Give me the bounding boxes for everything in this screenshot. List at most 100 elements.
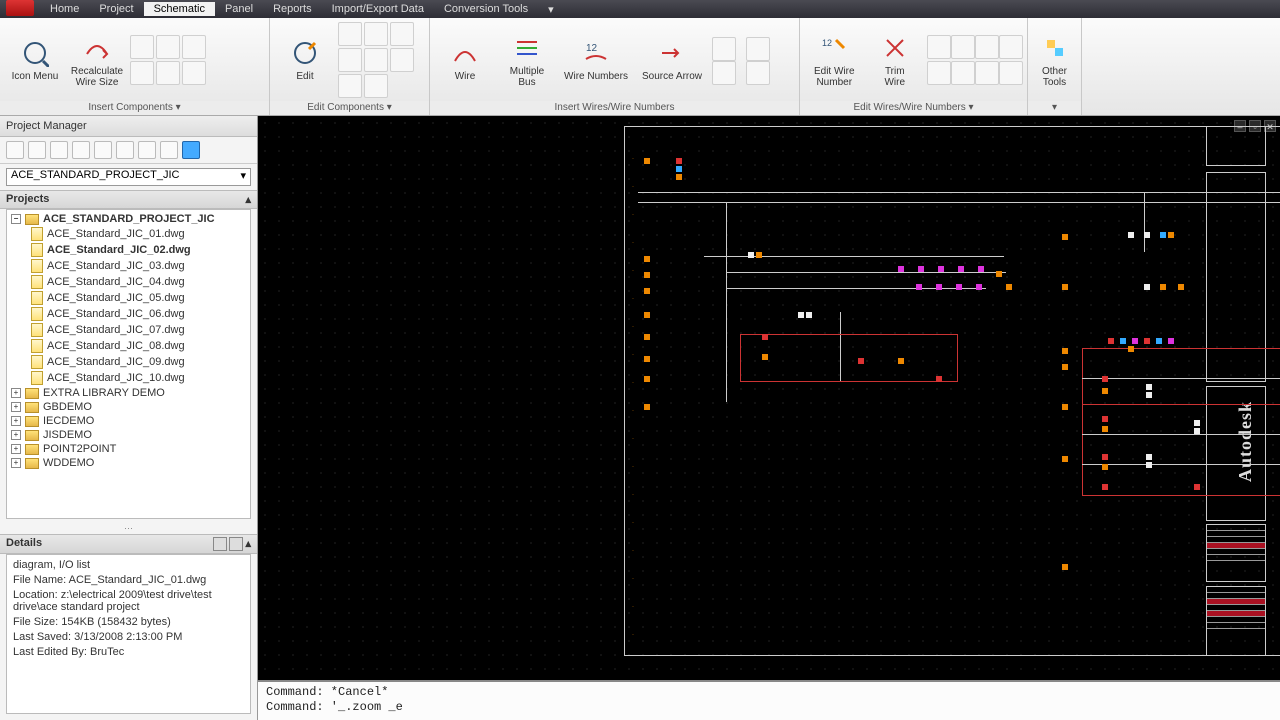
small-btn[interactable]	[338, 74, 362, 98]
tab-overflow[interactable]: ▾	[538, 2, 564, 17]
project-select[interactable]: ACE_STANDARD_PROJECT_JIC	[6, 168, 251, 186]
pm-tool-button[interactable]	[160, 141, 178, 159]
details-section-head[interactable]: Details▴	[0, 534, 257, 554]
pm-help-button[interactable]	[182, 141, 200, 159]
tab-schematic[interactable]: Schematic	[144, 2, 215, 16]
tree-file[interactable]: ACE_Standard_JIC_08.dwg	[9, 338, 248, 354]
tree-project[interactable]: +IECDEMO	[9, 414, 248, 428]
tree-file[interactable]: ACE_Standard_JIC_04.dwg	[9, 274, 248, 290]
details-view-button[interactable]	[229, 537, 243, 551]
multiple-bus-button[interactable]: Multiple Bus	[498, 30, 556, 90]
tab-import-export[interactable]: Import/Export Data	[322, 2, 434, 16]
pm-tool-button[interactable]	[94, 141, 112, 159]
tab-project[interactable]: Project	[89, 2, 143, 16]
edit-button[interactable]: Edit	[276, 35, 334, 84]
small-btn[interactable]	[156, 61, 180, 85]
pm-tool-button[interactable]	[116, 141, 134, 159]
expander-icon[interactable]: +	[11, 430, 21, 440]
expander-icon[interactable]: +	[11, 388, 21, 398]
tree-project[interactable]: +WDDEMO	[9, 456, 248, 470]
small-btn[interactable]	[999, 61, 1023, 85]
source-arrow-button[interactable]: Source Arrow	[636, 35, 708, 84]
small-btn[interactable]	[130, 35, 154, 59]
small-btn[interactable]	[182, 35, 206, 59]
wire-numbers-button[interactable]: 12Wire Numbers	[560, 35, 632, 84]
small-btn[interactable]	[999, 35, 1023, 59]
pm-tool-button[interactable]	[28, 141, 46, 159]
small-btn[interactable]	[712, 61, 736, 85]
splitter-grip[interactable]: ⋯	[0, 523, 257, 534]
tree-file[interactable]: ACE_Standard_JIC_10.dwg	[9, 370, 248, 386]
small-btn[interactable]	[364, 74, 388, 98]
expander-icon[interactable]: +	[11, 416, 21, 426]
tree-project[interactable]: +POINT2POINT	[9, 442, 248, 456]
edit-wire-number-button[interactable]: 12Edit Wire Number	[806, 30, 863, 90]
recalculate-wire-size-button[interactable]: Recalculate Wire Size	[68, 30, 126, 90]
project-tree[interactable]: −ACE_STANDARD_PROJECT_JIC ACE_Standard_J…	[6, 209, 251, 519]
ribbon-group-label[interactable]: Insert Components ▾	[0, 101, 269, 115]
icon-menu-button[interactable]: Icon Menu	[6, 35, 64, 84]
small-btn[interactable]	[390, 22, 414, 46]
tree-project[interactable]: +JISDEMO	[9, 428, 248, 442]
details-view-button[interactable]	[213, 537, 227, 551]
projects-section-head[interactable]: Projects▴	[0, 190, 257, 209]
pm-tool-button[interactable]	[50, 141, 68, 159]
ribbon-group-label[interactable]: Edit Components ▾	[270, 101, 429, 115]
command-line[interactable]: Command: *Cancel* Command: '_.zoom _e	[258, 680, 1280, 720]
ribbon-group-label[interactable]: Edit Wires/Wire Numbers ▾	[800, 101, 1027, 115]
wire-button[interactable]: Wire	[436, 35, 494, 84]
schematic-component	[958, 266, 964, 272]
tree-root[interactable]: −ACE_STANDARD_PROJECT_JIC	[9, 212, 248, 226]
small-btn[interactable]	[130, 61, 154, 85]
tree-project[interactable]: +EXTRA LIBRARY DEMO	[9, 386, 248, 400]
tree-file[interactable]: ACE_Standard_JIC_07.dwg	[9, 322, 248, 338]
schematic-component	[644, 404, 650, 410]
small-btn[interactable]	[390, 48, 414, 72]
folder-icon	[25, 416, 39, 427]
tab-panel[interactable]: Panel	[215, 2, 263, 16]
small-btn[interactable]	[927, 35, 951, 59]
pm-tool-button[interactable]	[138, 141, 156, 159]
tree-file-label: ACE_Standard_JIC_10.dwg	[47, 372, 185, 384]
expander-icon[interactable]: +	[11, 444, 21, 454]
small-btn[interactable]	[156, 35, 180, 59]
tree-file[interactable]: ACE_Standard_JIC_09.dwg	[9, 354, 248, 370]
small-btn[interactable]	[975, 35, 999, 59]
tree-file[interactable]: ACE_Standard_JIC_02.dwg	[9, 242, 248, 258]
tree-file[interactable]: ACE_Standard_JIC_06.dwg	[9, 306, 248, 322]
schematic-component	[644, 334, 650, 340]
small-btn[interactable]	[712, 37, 736, 61]
small-btn[interactable]	[182, 61, 206, 85]
expander-icon[interactable]: +	[11, 402, 21, 412]
small-btn[interactable]	[746, 37, 770, 61]
dwg-icon	[31, 307, 43, 321]
schematic-component	[956, 284, 962, 290]
tree-file[interactable]: ACE_Standard_JIC_01.dwg	[9, 226, 248, 242]
small-btn[interactable]	[364, 48, 388, 72]
small-btn[interactable]	[975, 61, 999, 85]
tree-file[interactable]: ACE_Standard_JIC_03.dwg	[9, 258, 248, 274]
small-btn[interactable]	[746, 61, 770, 85]
schematic-component	[1062, 456, 1068, 462]
other-tools-button[interactable]: Other Tools	[1034, 30, 1075, 90]
tab-reports[interactable]: Reports	[263, 2, 322, 16]
expander-icon[interactable]: +	[11, 458, 21, 468]
tree-file[interactable]: ACE_Standard_JIC_05.dwg	[9, 290, 248, 306]
small-btn[interactable]	[951, 61, 975, 85]
trim-wire-button[interactable]: Trim Wire	[867, 30, 924, 90]
small-btn[interactable]	[338, 22, 362, 46]
expander-icon[interactable]: −	[11, 214, 21, 224]
schematic-component	[756, 252, 762, 258]
tree-project[interactable]: +GBDEMO	[9, 400, 248, 414]
pm-tool-button[interactable]	[72, 141, 90, 159]
small-btn[interactable]	[338, 48, 362, 72]
pm-tool-button[interactable]	[6, 141, 24, 159]
small-btn[interactable]	[927, 61, 951, 85]
small-btn[interactable]	[951, 35, 975, 59]
tab-home[interactable]: Home	[40, 2, 89, 16]
edit-label: Edit	[296, 71, 313, 82]
drawing-area[interactable]: – ▫ ✕ Autodesk	[258, 116, 1280, 720]
ribbon-group-label[interactable]: ▾	[1028, 101, 1081, 115]
small-btn[interactable]	[364, 22, 388, 46]
tab-conversion[interactable]: Conversion Tools	[434, 2, 538, 16]
